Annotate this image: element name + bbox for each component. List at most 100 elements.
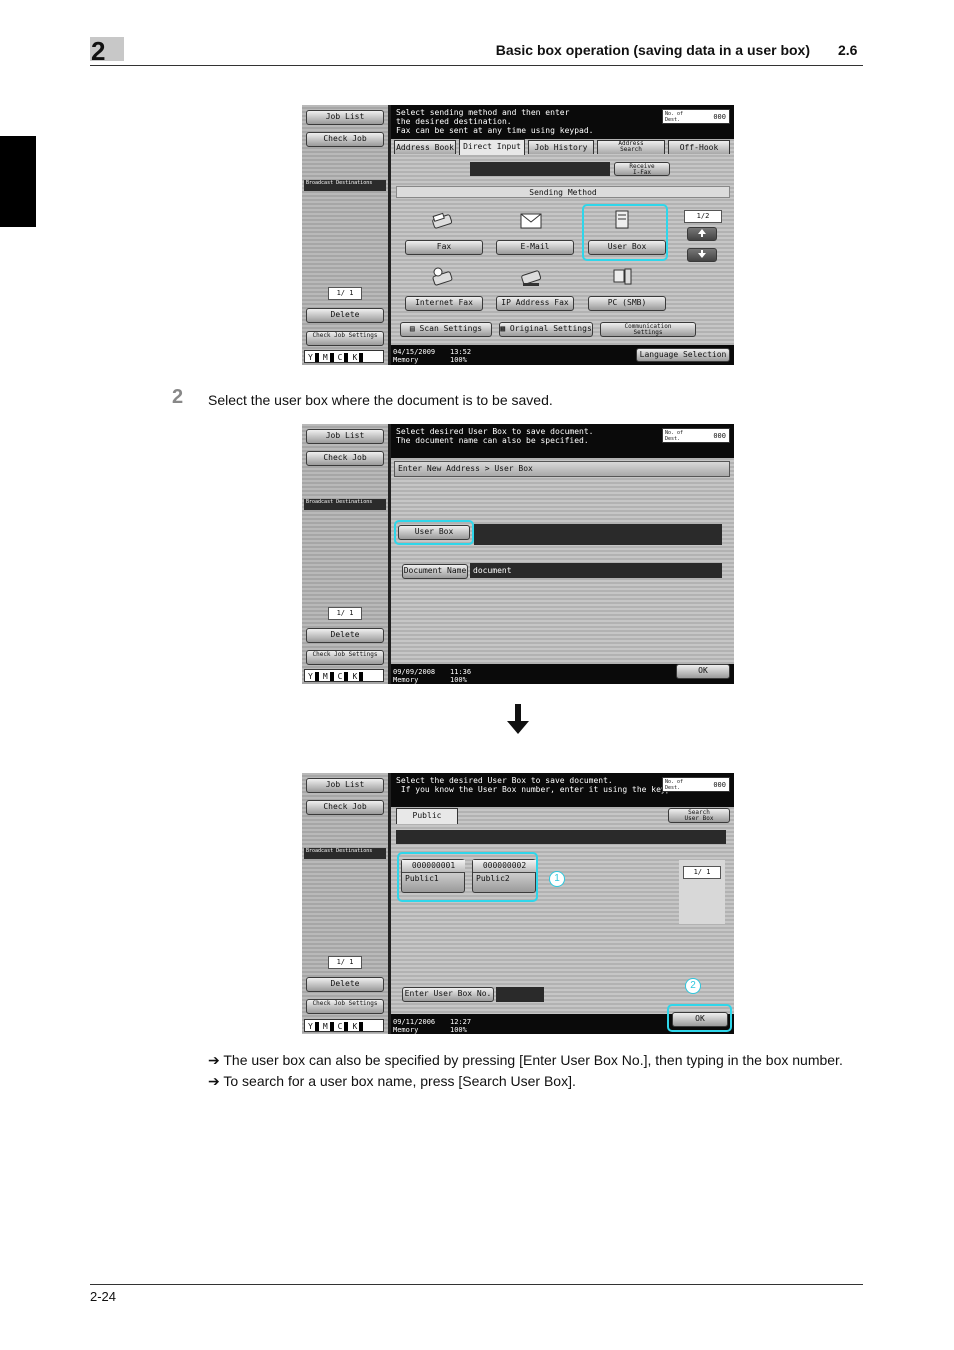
- chapter-number: 2: [91, 36, 106, 66]
- toner-indicator: YMCK: [304, 350, 384, 363]
- tab-address-search[interactable]: Address Search: [597, 140, 665, 154]
- step-number: 2: [172, 386, 184, 408]
- user-box-bar: [396, 830, 726, 844]
- language-selection-button[interactable]: Language Selection: [636, 348, 730, 362]
- status-date: 09/11/2006: [393, 1018, 436, 1026]
- pc-smb-icon: [613, 268, 632, 285]
- tab-off-hook[interactable]: Off-Hook: [668, 140, 730, 154]
- counter: 1/ 1: [328, 607, 362, 620]
- fax-button[interactable]: Fax: [405, 240, 483, 255]
- header-title: Basic box operation (saving data in a us…: [495, 42, 810, 58]
- tab-address-book[interactable]: Address Book: [394, 140, 456, 154]
- communication-settings-button[interactable]: Communication Settings: [600, 322, 696, 337]
- fax-icon: [432, 212, 453, 229]
- original-settings-icon: ▩: [500, 324, 510, 333]
- user-box-no-display: [496, 987, 544, 1002]
- screen-sending-method: Job List Check Job Broadcast Destination…: [302, 105, 734, 365]
- toner-indicator: YMCK: [304, 669, 384, 682]
- original-settings-button[interactable]: ▩ Original Settings: [499, 322, 593, 337]
- internet-fax-button[interactable]: Internet Fax: [405, 296, 483, 311]
- page-indicator: 1/2: [684, 210, 722, 223]
- status-date: 09/09/2008: [393, 668, 436, 676]
- note-arrow-icon: ➔: [208, 1052, 220, 1068]
- page-indicator: 1/ 1: [683, 866, 721, 879]
- status-memory-pct: 100%: [450, 356, 467, 364]
- callout-2: 2: [685, 978, 701, 994]
- email-icon: [520, 213, 542, 229]
- scan-settings-icon: ▤: [409, 324, 420, 333]
- highlight-user-box: [582, 204, 668, 261]
- internet-fax-icon: [432, 267, 453, 286]
- down-arrow-icon: [507, 704, 529, 734]
- dest-count-display: No. of Dest. 000: [662, 777, 730, 792]
- status-memory: Memory: [393, 356, 419, 364]
- scan-settings-button[interactable]: ▤ Scan Settings: [400, 322, 492, 337]
- broadcast-destinations: Broadcast Destinations: [304, 848, 386, 859]
- status-time: 11:36: [450, 668, 472, 676]
- receive-ifax-button[interactable]: Receive I-Fax: [614, 162, 670, 176]
- note-arrow-icon: ➔: [208, 1073, 220, 1089]
- screen-select-user-box: Job List Check Job Broadcast Destination…: [302, 424, 734, 684]
- note-2: ➔ To search for a user box name, press […: [208, 1073, 576, 1089]
- highlight-ok: [667, 1004, 732, 1032]
- check-job-button[interactable]: Check Job: [306, 132, 384, 147]
- note-1: ➔ The user box can also be specified by …: [208, 1052, 843, 1068]
- page-up-button[interactable]: [687, 227, 717, 241]
- sending-method-label: Sending Method: [396, 186, 730, 198]
- broadcast-destinations: Broadcast Destinations: [304, 499, 386, 510]
- ip-address-fax-button[interactable]: IP Address Fax: [496, 296, 574, 311]
- highlight-user-box: [394, 520, 474, 545]
- job-list-button[interactable]: Job List: [306, 429, 384, 444]
- counter: 1/ 1: [328, 287, 362, 300]
- screen-public-user-boxes: Job List Check Job Broadcast Destination…: [302, 773, 734, 1034]
- footer-rule: [90, 1284, 863, 1285]
- page-number: 2-24: [90, 1289, 117, 1304]
- check-job-settings-button[interactable]: Check Job Settings: [306, 999, 384, 1014]
- document-name-value: document: [470, 563, 722, 578]
- arrow-up-icon: [698, 229, 706, 237]
- status-date: 04/15/2009: [393, 348, 436, 356]
- breadcrumb: Enter New Address > User Box: [394, 461, 730, 477]
- search-user-box-button[interactable]: Search User Box: [668, 808, 730, 823]
- status-memory: Memory: [393, 1026, 419, 1034]
- dest-count-display: No. of Dest. 000: [662, 428, 730, 443]
- side-chapter-tab: [0, 136, 36, 227]
- counter: 1/ 1: [328, 956, 362, 969]
- status-memory-pct: 100%: [450, 676, 467, 684]
- tab-job-history[interactable]: Job History: [528, 140, 594, 154]
- check-job-button[interactable]: Check Job: [306, 451, 384, 466]
- toner-indicator: YMCK: [304, 1019, 384, 1032]
- header-section: 2.6: [838, 42, 858, 58]
- message-text: Select the desired User Box to save docu…: [396, 776, 685, 794]
- job-list-button[interactable]: Job List: [306, 110, 384, 125]
- job-list-button[interactable]: Job List: [306, 778, 384, 793]
- delete-button[interactable]: Delete: [306, 628, 384, 643]
- arrow-down-icon: [698, 250, 706, 258]
- highlight-user-boxes: [397, 852, 538, 902]
- tab-public[interactable]: Public: [396, 808, 458, 824]
- status-memory: Memory: [393, 676, 419, 684]
- enter-user-box-no-button[interactable]: Enter User Box No.: [402, 987, 494, 1002]
- check-job-settings-button[interactable]: Check Job Settings: [306, 650, 384, 665]
- dest-count-display: No. of Dest. 000: [662, 109, 730, 124]
- delete-button[interactable]: Delete: [306, 308, 384, 323]
- callout-1: 1: [549, 871, 565, 887]
- broadcast-destinations: Broadcast Destinations: [304, 180, 386, 191]
- page-down-button[interactable]: [687, 248, 717, 262]
- check-job-settings-button[interactable]: Check Job Settings: [306, 331, 384, 346]
- status-memory-pct: 100%: [450, 1026, 467, 1034]
- document-name-button[interactable]: Document Name: [402, 564, 468, 579]
- ok-button[interactable]: OK: [676, 664, 730, 679]
- status-time: 13:52: [450, 348, 472, 356]
- check-job-button[interactable]: Check Job: [306, 800, 384, 815]
- header-rule: [90, 65, 863, 66]
- destination-display: [470, 162, 610, 176]
- tab-direct-input[interactable]: Direct Input: [459, 139, 525, 155]
- message-text: Select sending method and then enter the…: [396, 108, 594, 135]
- step-text: Select the user box where the document i…: [208, 392, 553, 408]
- user-box-display: [474, 524, 722, 545]
- pc-smb-button[interactable]: PC (SMB): [588, 296, 666, 311]
- message-text: Select desired User Box to save document…: [396, 427, 594, 445]
- email-button[interactable]: E-Mail: [496, 240, 574, 255]
- delete-button[interactable]: Delete: [306, 977, 384, 992]
